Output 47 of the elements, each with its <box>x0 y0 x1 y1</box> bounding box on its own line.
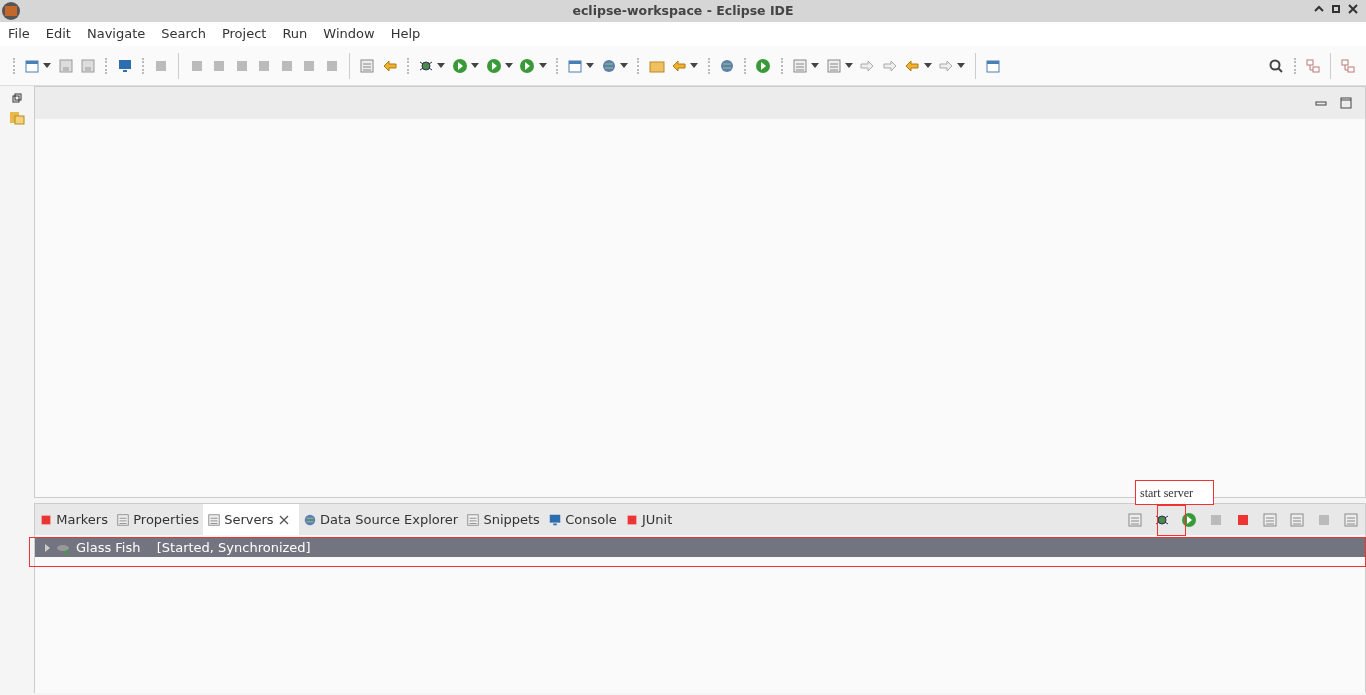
panel-tab[interactable]: Properties <box>111 504 203 535</box>
dropdown-caret-icon[interactable] <box>538 63 547 68</box>
server-row[interactable]: Glass Fish [Started, Synchronized] <box>35 538 1365 558</box>
save-icon[interactable] <box>57 57 74 74</box>
panel-tab[interactable]: Servers <box>202 504 299 535</box>
tooltip: start server <box>1135 480 1214 505</box>
globe-icon[interactable] <box>718 57 735 74</box>
dropdown-caret-icon[interactable] <box>43 63 51 68</box>
panel-tab[interactable]: Markers <box>35 504 112 535</box>
restore-icon[interactable] <box>12 92 22 103</box>
monitor-icon <box>547 512 562 527</box>
dropdown-caret-icon[interactable] <box>504 63 513 68</box>
menu-item[interactable]: File <box>0 24 38 44</box>
dropdown-caret-icon[interactable] <box>811 63 819 68</box>
dropdown-caret-icon[interactable] <box>690 63 699 68</box>
menu-item[interactable]: Edit <box>37 24 79 44</box>
menu-item[interactable]: Run <box>274 24 316 44</box>
dropdown-caret-icon[interactable] <box>957 63 966 68</box>
run-tool-icon[interactable] <box>519 57 536 74</box>
dropdown-caret-icon[interactable] <box>620 63 628 68</box>
dropdown-caret-icon[interactable] <box>471 63 479 68</box>
panel-tab[interactable]: Console <box>543 504 621 535</box>
dropdown-caret-icon[interactable] <box>923 63 932 68</box>
menu-item[interactable]: Help <box>382 24 429 44</box>
menu-item[interactable]: Window <box>315 24 383 44</box>
menu-item[interactable]: Search <box>153 24 214 44</box>
app-logo-icon <box>1 1 21 21</box>
menu-item[interactable]: Project <box>213 24 275 44</box>
search-icon[interactable] <box>1268 57 1285 74</box>
start-server-icon[interactable] <box>1180 511 1197 528</box>
close-icon[interactable] <box>1346 2 1360 16</box>
panel-tab[interactable]: JUnit <box>620 504 677 535</box>
dropdown-caret-icon[interactable] <box>437 63 446 68</box>
dropdown-caret-icon[interactable] <box>586 63 595 68</box>
menu-item[interactable]: Navigate <box>78 24 154 44</box>
table-icon <box>115 512 130 527</box>
run-icon[interactable] <box>451 57 468 74</box>
window-title: eclipse-workspace - Eclipse IDE <box>572 1 794 20</box>
monitor-icon[interactable] <box>116 57 133 74</box>
save-all-icon[interactable] <box>80 57 96 74</box>
panel-tab[interactable]: Data Source Explorer <box>298 504 463 535</box>
run-coverage-icon[interactable] <box>485 57 502 74</box>
document-icon <box>466 512 481 527</box>
panel-tab[interactable]: Snippets <box>462 504 544 535</box>
new-file-icon[interactable] <box>23 57 40 74</box>
dropdown-caret-icon[interactable] <box>844 63 853 68</box>
folder-icon[interactable] <box>9 109 25 125</box>
